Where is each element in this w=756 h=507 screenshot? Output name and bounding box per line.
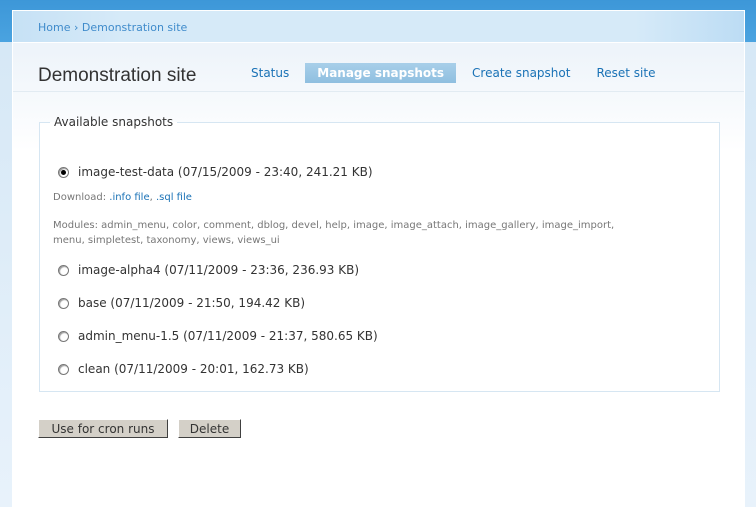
snapshot-label: base (07/11/2009 - 21:50, 194.42 KB) [78,296,306,310]
tab-status[interactable]: Status [241,63,299,83]
snapshots-fieldset: Available snapshots image-test-data (07/… [39,115,720,392]
tab-create-snapshot[interactable]: Create snapshot [462,63,580,83]
download-label: Download: [53,192,107,203]
fieldset-legend: Available snapshots [54,115,174,129]
radio-button[interactable] [58,330,69,342]
snapshot-option[interactable]: image-alpha4 (07/11/2009 - 23:36, 236.93… [58,263,359,277]
snapshot-label: image-alpha4 (07/11/2009 - 23:36, 236.93… [78,263,360,277]
snapshot-option[interactable]: image-test-data (07/15/2009 - 23:40, 241… [58,165,373,179]
modules-line-2: menu, simpletest, taxonomy, views, views… [53,235,280,246]
download-links: Download: .info file, .sql file [53,190,192,205]
radio-button[interactable] [58,297,69,309]
snapshot-label: image-test-data (07/15/2009 - 23:40, 241… [78,165,373,179]
separator: , [149,192,153,203]
tabs: Status Manage snapshots Create snapshot … [241,63,671,83]
radio-button[interactable] [58,264,69,276]
use-for-cron-runs-button[interactable]: Use for cron runs [38,419,168,438]
breadcrumb-current-link[interactable]: Demonstration site [82,21,187,34]
breadcrumb-separator: › [73,21,79,34]
sql-file-link[interactable]: .sql file [156,192,192,203]
snapshot-label: admin_menu-1.5 (07/11/2009 - 21:37, 580.… [78,329,378,343]
snapshot-option[interactable]: clean (07/11/2009 - 20:01, 162.73 KB) [58,362,309,376]
delete-button[interactable]: Delete [178,419,241,438]
breadcrumb-home-link[interactable]: Home [38,21,70,34]
modules-line-1: Modules: admin_menu, color, comment, dbl… [53,220,615,231]
tab-manage-snapshots[interactable]: Manage snapshots [305,63,457,83]
radio-button-checked[interactable] [58,166,69,178]
modules-list: Modules: admin_menu, color, comment, dbl… [53,218,614,248]
tab-reset-site[interactable]: Reset site [586,63,665,83]
divider [13,91,744,92]
breadcrumb-bar: Home › Demonstration site [13,11,744,43]
snapshot-option[interactable]: admin_menu-1.5 (07/11/2009 - 21:37, 580.… [58,329,378,343]
page-title: Demonstration site [38,65,197,86]
snapshot-option[interactable]: base (07/11/2009 - 21:50, 194.42 KB) [58,296,305,310]
info-file-link[interactable]: .info file [109,192,149,203]
radio-button[interactable] [58,363,69,375]
snapshot-label: clean (07/11/2009 - 20:01, 162.73 KB) [78,362,309,376]
breadcrumb: Home › Demonstration site [38,21,187,34]
